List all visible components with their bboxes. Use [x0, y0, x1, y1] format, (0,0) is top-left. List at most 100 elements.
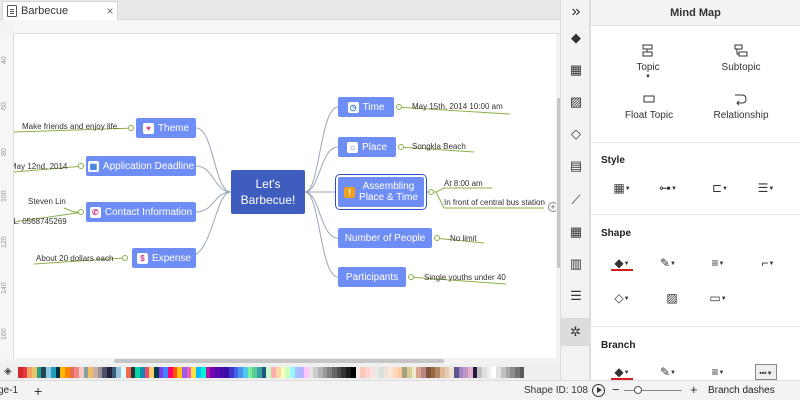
subtopic-icon	[734, 44, 748, 57]
card-style-icon[interactable]: ▭▼	[707, 290, 729, 306]
style-section-title: Style	[601, 155, 625, 166]
ruler-label: 140	[1, 282, 8, 294]
float-topic-button[interactable]: Float Topic	[619, 92, 679, 121]
collapse-dot[interactable]	[122, 255, 128, 261]
document-icon	[7, 5, 17, 17]
zoom-out-button[interactable]: −	[612, 382, 620, 397]
color-swatch[interactable]	[519, 366, 525, 378]
add-page-button[interactable]: +	[34, 383, 42, 399]
line-weight-icon[interactable]: ≡▼	[707, 255, 729, 271]
zoom-slider-knob[interactable]	[634, 386, 642, 394]
status-bar: ge-1 + Shape ID: 108 − + Branch dashes	[0, 380, 800, 400]
fill-icon[interactable]: ◆	[568, 30, 584, 46]
ruler-label: 60	[1, 102, 8, 110]
home-icon: ⌂	[346, 141, 358, 153]
topic-label: Number of People	[344, 232, 426, 244]
properties-panel: Mind Map Topic ▼ Subtopic Float Topic Re…	[590, 0, 800, 380]
collapse-icon[interactable]: »	[568, 4, 584, 20]
subtopic-label: Subtopic	[721, 62, 761, 73]
numbering-icon[interactable]: ☰▼	[755, 180, 777, 196]
dropdown-arrow-icon[interactable]: ▼	[621, 73, 675, 81]
topic-theme[interactable]: ♥ Theme	[136, 118, 196, 138]
table-icon[interactable]: ▦	[568, 224, 584, 240]
outline-icon[interactable]: ☰	[568, 288, 584, 304]
branch-dashes-tooltip: Branch dashes	[708, 385, 775, 396]
chart-icon[interactable]: ⟋	[568, 192, 584, 208]
grid-icon[interactable]: ▦	[568, 62, 584, 78]
drawing-canvas[interactable]: Let's Barbecue! ♥ Theme Make friends and…	[14, 34, 556, 358]
zoom-in-button[interactable]: +	[690, 382, 698, 397]
collapse-dot[interactable]	[78, 209, 84, 215]
image-icon[interactable]: ▨	[568, 94, 584, 110]
float-topic-label: Float Topic	[624, 110, 674, 121]
leaf-text[interactable]: EL: 0568745269	[14, 217, 67, 226]
scroll-thumb[interactable]	[114, 359, 444, 363]
document-icon[interactable]: ▤	[568, 158, 584, 174]
leaf-text[interactable]: In front of central bus station	[444, 198, 545, 207]
calendar-icon: ▦	[87, 160, 99, 172]
collapse-dot[interactable]	[408, 274, 414, 280]
topic-assembling-place-time[interactable]: ! Assembling Place & Time	[335, 174, 427, 210]
topic-label: Theme	[157, 122, 190, 134]
shape-select-icon[interactable]: ◇▼	[611, 290, 633, 306]
tab-bar: Barbecue ×	[0, 0, 560, 20]
layers-icon[interactable]: ◇	[568, 126, 584, 142]
topic-expense[interactable]: $ Expense	[132, 248, 196, 268]
branch-fill-icon[interactable]: ◆▼	[611, 364, 633, 380]
fill-bucket-icon[interactable]: ◈	[4, 366, 18, 378]
collapse-dot[interactable]	[428, 189, 434, 195]
layout-grid-icon[interactable]: ▦▼	[611, 180, 633, 196]
corner-style-icon[interactable]: ⌐▼	[757, 255, 779, 271]
leaf-text[interactable]: At 8:00 am	[444, 179, 483, 188]
subtopic-button[interactable]: Subtopic	[711, 44, 771, 73]
org-chart-icon[interactable]: ▥	[568, 256, 584, 272]
close-icon[interactable]: ×	[103, 4, 117, 18]
collapse-dot[interactable]	[78, 163, 84, 169]
central-topic[interactable]: Let's Barbecue!	[231, 170, 305, 214]
topic-application-deadline[interactable]: ▦ Application Deadline	[86, 156, 196, 176]
collapse-dot[interactable]	[398, 144, 404, 150]
topic-label: Contact Information	[104, 206, 193, 218]
panel-title: Mind Map	[591, 0, 800, 26]
branch-line-color-icon[interactable]: ✎▼	[657, 364, 679, 380]
topic-button[interactable]: Topic ▼	[621, 44, 675, 81]
page-tab[interactable]: ge-1	[0, 385, 18, 396]
topic-place[interactable]: ⌂ Place	[338, 137, 396, 157]
tab-title: Barbecue	[21, 5, 69, 17]
leaf-text[interactable]: Steven Lin	[28, 197, 66, 206]
divider	[591, 214, 800, 215]
leaf-text[interactable]: Single youths under 40	[424, 273, 506, 282]
topic-number-of-people[interactable]: Number of People	[338, 228, 432, 248]
connector-style-icon[interactable]: ⊏▼	[709, 180, 731, 196]
float-topic-icon	[643, 95, 655, 103]
document-tab[interactable]: Barbecue ×	[2, 1, 118, 20]
shape-section-title: Shape	[601, 228, 632, 239]
ruler-label: 80	[1, 148, 8, 156]
branch-weight-icon[interactable]: ≡▼	[707, 364, 729, 380]
collapse-dot[interactable]	[396, 104, 402, 110]
leaf-text[interactable]: About 20 dollars each	[36, 254, 113, 263]
collapse-dot[interactable]	[434, 235, 440, 241]
relationship-button[interactable]: Relationship	[709, 92, 773, 121]
play-icon[interactable]	[592, 384, 605, 397]
fill-color-icon[interactable]: ◆▼	[611, 255, 633, 271]
clock-icon: ◷	[347, 101, 359, 113]
mindmap-icon[interactable]: ✲	[561, 318, 590, 346]
zoom-slider[interactable]	[624, 386, 682, 394]
expand-plus-icon[interactable]: +	[548, 202, 556, 212]
leaf-text[interactable]: May 15th, 2014 10:00 am	[412, 102, 503, 111]
line-color-icon[interactable]: ✎▼	[657, 255, 679, 271]
leaf-text[interactable]: Songkla Beach	[412, 142, 466, 151]
leaf-text[interactable]: May 12nd, 2014	[14, 162, 67, 171]
topic-time[interactable]: ◷ Time	[338, 97, 394, 117]
topic-label: Application Deadline	[102, 160, 195, 172]
insert-image-icon[interactable]: ▨	[661, 290, 683, 306]
leaf-text[interactable]: No limit	[450, 234, 477, 243]
branch-dashes-icon[interactable]: ┅▼	[755, 364, 777, 380]
leaf-text[interactable]: Make friends and enjoy life.	[22, 122, 119, 131]
heart-icon: ♥	[142, 122, 154, 134]
tree-layout-icon[interactable]: ⊶▼	[657, 180, 679, 196]
topic-participants[interactable]: Participants	[338, 267, 406, 287]
topic-contact-information[interactable]: ✆ Contact Information	[86, 202, 196, 222]
collapse-dot[interactable]	[128, 125, 134, 131]
